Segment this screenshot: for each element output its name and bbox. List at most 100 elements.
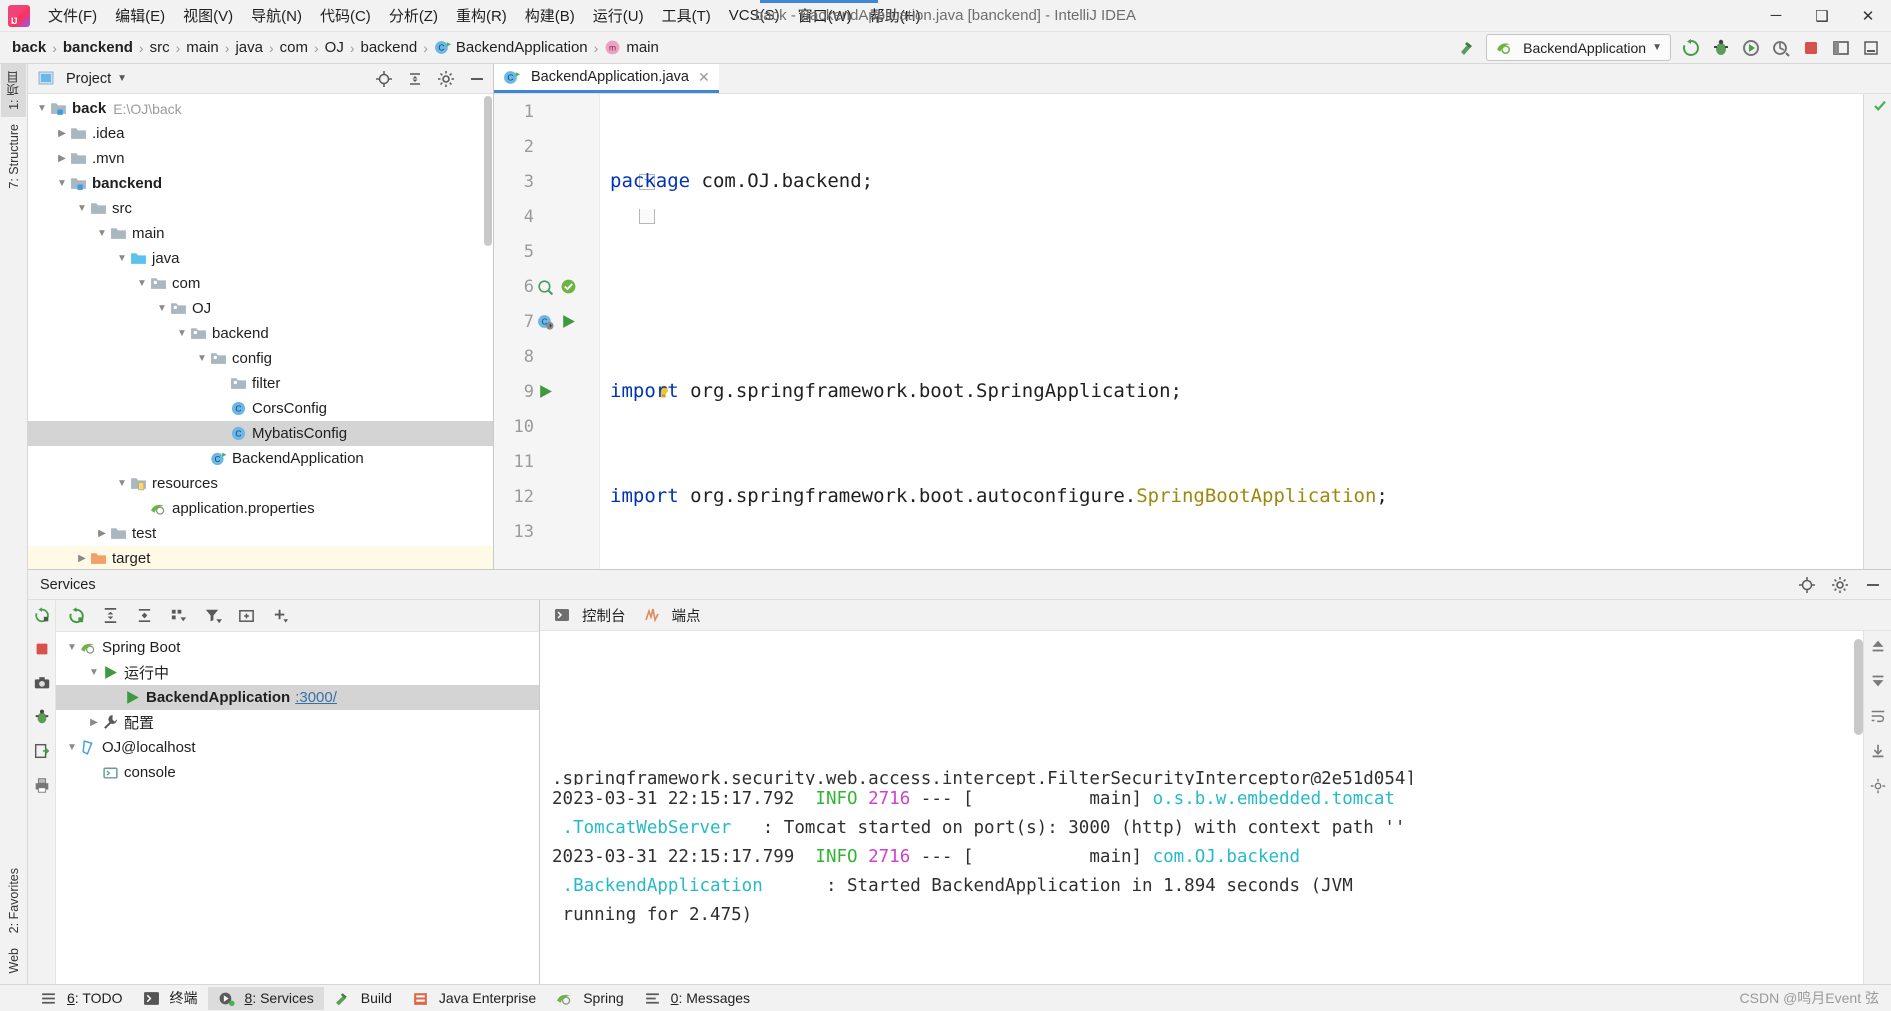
tree-expander-icon[interactable]: ▼ xyxy=(114,478,130,489)
services-tree-row[interactable]: ▶ 配置 xyxy=(56,710,539,735)
hide-panel-icon[interactable] xyxy=(1862,574,1883,595)
gutter-line[interactable]: 6 xyxy=(494,269,599,304)
console-output[interactable]: .springframework.security.web.access.int… xyxy=(540,631,1891,984)
menu-refactor[interactable]: 重构(R) xyxy=(447,2,516,29)
tree-expander-icon[interactable]: ▼ xyxy=(154,303,170,314)
gutter-line[interactable]: 12 xyxy=(494,479,599,514)
menu-tools[interactable]: 工具(T) xyxy=(653,2,720,29)
run-configuration-selector[interactable]: BackendApplication ▼ xyxy=(1486,34,1671,61)
project-tree-row[interactable]: ▼ resources xyxy=(28,471,493,496)
menu-analyze[interactable]: 分析(Z) xyxy=(380,2,447,29)
statusbar-item-spring[interactable]: Spring xyxy=(546,987,633,1010)
tab-endpoints[interactable]: 端点 xyxy=(644,605,701,626)
menu-help[interactable]: 帮助(H) xyxy=(861,2,930,29)
gutter-line[interactable]: 5 xyxy=(494,234,599,269)
run-with-coverage-icon[interactable] xyxy=(1740,37,1761,58)
gutter-line[interactable]: 8 xyxy=(494,339,599,374)
breadcrumb-item-class[interactable]: C BackendApplication xyxy=(434,39,588,56)
project-tree-row[interactable]: ▼ backend xyxy=(28,321,493,346)
locate-file-icon[interactable] xyxy=(373,68,394,89)
rail-tab-structure[interactable]: 7: Structure xyxy=(4,117,24,196)
spring-boot-icon[interactable]: C xyxy=(537,313,554,330)
breadcrumb-item-banckend[interactable]: banckend xyxy=(63,39,133,56)
maximize-button[interactable]: ❑ xyxy=(1799,0,1845,31)
stop-icon[interactable] xyxy=(1800,37,1821,58)
breadcrumb-item-java[interactable]: java xyxy=(235,39,263,56)
project-tree-row[interactable]: ▼ main xyxy=(28,221,493,246)
menu-view[interactable]: 视图(V) xyxy=(174,2,242,29)
tree-expander-icon[interactable]: ▼ xyxy=(34,103,50,114)
project-tree-row[interactable]: ▶ .idea xyxy=(28,121,493,146)
editor-code[interactable]: package com.OJ.backend; import org.sprin… xyxy=(600,94,1863,569)
tree-expander-icon[interactable]: ▼ xyxy=(54,178,70,189)
build-hammer-icon[interactable] xyxy=(1456,37,1477,58)
statusbar-item-build[interactable]: Build xyxy=(324,987,402,1010)
breadcrumb-item-src[interactable]: src xyxy=(150,39,170,56)
statusbar-item-java-enterprise[interactable]: Java Enterprise xyxy=(402,987,546,1010)
editor-tab-backendapplication[interactable]: C BackendApplication.java ✕ xyxy=(494,64,719,93)
gear-icon[interactable] xyxy=(435,68,456,89)
rail-tab-favorites[interactable]: 2: Favorites xyxy=(4,861,24,940)
project-tree-row[interactable]: filter xyxy=(28,371,493,396)
export-icon[interactable] xyxy=(31,740,52,761)
add-icon[interactable] xyxy=(270,605,291,626)
inspection-status-icon[interactable] xyxy=(1873,99,1886,112)
bean-icon[interactable] xyxy=(537,278,554,295)
gear-icon[interactable] xyxy=(1829,574,1850,595)
project-tree-row[interactable]: C BackendApplication xyxy=(28,446,493,471)
gutter-line[interactable]: 1 xyxy=(494,94,599,129)
locate-icon[interactable] xyxy=(1796,574,1817,595)
editor-right-rail[interactable] xyxy=(1863,94,1891,569)
group-icon[interactable] xyxy=(168,605,189,626)
statusbar-item-8-services[interactable]: 8: Services xyxy=(207,986,324,1010)
gutter-line[interactable]: 4 xyxy=(494,199,655,234)
tree-expander-icon[interactable]: ▼ xyxy=(86,667,102,678)
project-tree-scrollbar[interactable] xyxy=(484,96,492,246)
menu-build[interactable]: 构建(B) xyxy=(516,2,584,29)
menu-run[interactable]: 运行(U) xyxy=(584,2,653,29)
close-button[interactable]: ✕ xyxy=(1845,0,1891,31)
rerun-icon[interactable] xyxy=(31,604,52,625)
menu-window[interactable]: 窗口(W) xyxy=(789,2,861,29)
console-scrollbar[interactable] xyxy=(1854,639,1863,735)
services-tree-row[interactable]: ▼ 运行中 xyxy=(56,660,539,685)
services-tree-row[interactable]: console xyxy=(56,760,539,785)
spring-bean-icon[interactable] xyxy=(560,278,577,295)
menu-edit[interactable]: 编辑(E) xyxy=(106,2,174,29)
project-tree-row[interactable]: C CorsConfig xyxy=(28,396,493,421)
tree-expander-icon[interactable]: ▶ xyxy=(86,717,102,728)
run-icon[interactable] xyxy=(560,313,577,330)
tree-expander-icon[interactable]: ▼ xyxy=(74,203,90,214)
menu-code[interactable]: 代码(C) xyxy=(311,2,380,29)
project-tree-row[interactable]: application.properties xyxy=(28,496,493,521)
gutter-line[interactable]: 3− xyxy=(494,164,655,199)
gutter-line[interactable]: 13 xyxy=(494,514,599,549)
chevron-down-icon[interactable]: ▼ xyxy=(117,73,127,84)
gutter-line[interactable]: 2 xyxy=(494,129,599,164)
tree-expander-icon[interactable]: ▶ xyxy=(54,128,70,139)
project-tree[interactable]: ▼ back E:\OJ\back ▶ .idea ▶ .mvn ▼ banckend ▼ src ▼… xyxy=(28,94,493,569)
tree-expander-icon[interactable]: ▶ xyxy=(74,553,90,564)
tree-expander-icon[interactable]: ▼ xyxy=(94,228,110,239)
tree-expander-icon[interactable]: ▶ xyxy=(94,528,110,539)
rerun-icon[interactable] xyxy=(66,605,87,626)
tree-expander-icon[interactable]: ▼ xyxy=(114,253,130,264)
project-panel-title[interactable]: Project ▼ xyxy=(38,70,127,87)
menu-vcs[interactable]: VCS(S) xyxy=(720,4,789,27)
expand-all-icon[interactable] xyxy=(100,605,121,626)
editor-gutter[interactable]: 1 2 3−4 5 6 7 C 8 9 10 11 12 13 xyxy=(494,94,668,569)
debug-icon[interactable] xyxy=(1710,37,1731,58)
breadcrumb-item-back[interactable]: back xyxy=(12,39,46,56)
menu-file[interactable]: 文件(F) xyxy=(39,2,106,29)
run-icon[interactable] xyxy=(537,383,554,400)
profiler-icon[interactable] xyxy=(1770,37,1791,58)
services-tree-row[interactable]: ▼ OJ@localhost xyxy=(56,735,539,760)
collapse-all-icon[interactable] xyxy=(404,68,425,89)
rail-tab-web[interactable]: Web xyxy=(4,941,24,980)
gutter-line[interactable]: 11 xyxy=(494,444,599,479)
minimize-button[interactable]: ─ xyxy=(1753,0,1799,31)
project-tree-row[interactable]: ▼ OJ xyxy=(28,296,493,321)
project-tree-row[interactable]: ▶ target xyxy=(28,546,493,569)
tree-expander-icon[interactable]: ▼ xyxy=(134,278,150,289)
breadcrumb-item-method[interactable]: m main xyxy=(604,39,659,56)
